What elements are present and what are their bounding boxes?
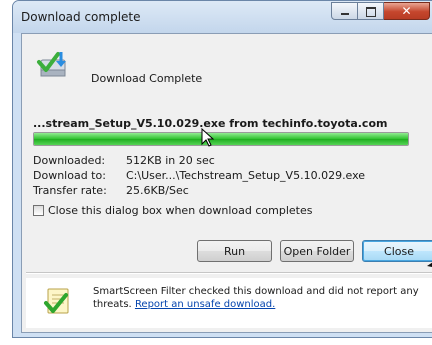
caption-buttons: ✕ xyxy=(331,2,430,21)
run-button[interactable]: Run xyxy=(197,240,272,262)
smartscreen-checklist-icon xyxy=(44,288,69,314)
window-title: Download complete xyxy=(21,10,141,24)
download-complete-dialog: Download complete ✕ Download Complete ..… xyxy=(12,0,432,338)
smartscreen-footer: SmartScreen Filter checked this download… xyxy=(26,278,432,328)
footer-divider xyxy=(26,272,432,274)
progress-fill xyxy=(34,133,408,145)
downloaded-value: 512KB in 20 sec xyxy=(126,154,215,167)
smartscreen-message: SmartScreen Filter checked this download… xyxy=(93,285,432,311)
report-unsafe-download-link[interactable]: Report an unsafe download. xyxy=(135,299,275,310)
transfer-rate-value: 25.6KB/Sec xyxy=(126,184,189,197)
close-icon: ✕ xyxy=(401,4,412,18)
maximize-icon xyxy=(366,7,376,17)
download-complete-icon xyxy=(37,52,66,77)
download-to-label: Download to: xyxy=(33,169,106,182)
header-title: Download Complete xyxy=(91,72,203,85)
maximize-button[interactable] xyxy=(358,2,384,20)
mouse-cursor-icon xyxy=(201,128,215,147)
close-on-complete-checkbox[interactable] xyxy=(33,205,44,216)
callout-arrow-icon xyxy=(427,262,432,267)
dialog-body: Download Complete ...stream_Setup_V5.10.… xyxy=(21,33,432,333)
downloaded-label: Downloaded: xyxy=(33,154,106,167)
title-bar[interactable]: Download complete ✕ xyxy=(13,1,432,33)
download-progress-bar xyxy=(33,132,409,146)
open-folder-button[interactable]: Open Folder xyxy=(280,240,354,262)
minimize-icon xyxy=(341,13,349,15)
close-window-button[interactable]: ✕ xyxy=(384,2,430,20)
close-button[interactable]: Close xyxy=(362,240,432,262)
transfer-rate-label: Transfer rate: xyxy=(33,184,107,197)
close-on-complete-option[interactable]: Close this dialog box when download comp… xyxy=(33,204,312,217)
minimize-button[interactable] xyxy=(331,2,358,20)
close-on-complete-label[interactable]: Close this dialog box when download comp… xyxy=(48,204,312,217)
download-to-value: C:\User...\Techstream_Setup_V5.10.029.ex… xyxy=(126,169,366,182)
